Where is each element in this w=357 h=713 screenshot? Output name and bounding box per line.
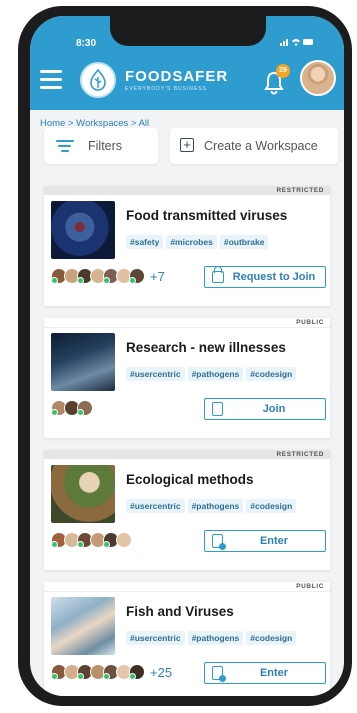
tag[interactable]: #microbes [166,235,217,249]
member-avatars [51,400,98,416]
enter-button[interactable]: Enter [204,662,326,684]
app-bar: FOODSAFER EVERYBODY'S BUSINESS 29 [30,56,344,110]
status-time: 8:30 [76,38,97,49]
filter-icon [56,140,74,152]
privacy-label: PUBLIC [296,583,324,590]
member-avatar [116,532,132,548]
workspace-card[interactable]: RESTRICTED Ecological methods #usercentr… [44,450,330,570]
member-avatar [129,268,145,284]
privacy-bar: PUBLIC [44,582,330,592]
notch [110,16,266,46]
brand-name: FOODSAFER [125,68,229,85]
tag[interactable]: #codesign [246,631,297,645]
privacy-bar: RESTRICTED [44,450,330,459]
create-workspace-button[interactable]: + Create a Workspace [170,128,338,164]
tag[interactable]: #safety [126,235,164,249]
tag[interactable]: #codesign [246,367,297,381]
status-icons [280,37,314,48]
filters-label: Filters [88,139,123,153]
member-count-extra: +25 [150,664,173,680]
privacy-label: RESTRICTED [276,187,324,194]
tag[interactable]: #codesign [246,499,297,513]
workspace-card[interactable]: RESTRICTED Food transmitted viruses #saf… [44,186,330,306]
privacy-bar: PUBLIC [44,318,330,328]
vegetables-thumbnail [51,465,115,523]
foodsafer-logo-icon [80,62,116,98]
workspace-card[interactable]: PUBLIC Research - new illnesses #usercen… [44,318,330,438]
screen: 8:30 FOODSAFER EVERYBODY'S BUSINESS 29 H… [30,16,344,696]
tag-list: #safety #microbes #outbrake [126,235,269,249]
action-label: Request to Join [232,271,316,283]
tag[interactable]: #pathogens [187,499,244,513]
tag[interactable]: #outbrake [219,235,269,249]
member-avatars: +25 [51,664,172,680]
door-icon [212,402,223,416]
create-workspace-label: Create a Workspace [204,139,318,153]
hamburger-menu-icon[interactable] [40,70,62,89]
card-title: Research - new illnesses [126,340,286,355]
member-avatar [129,664,145,680]
card-title: Fish and Viruses [126,604,234,619]
member-avatar [77,400,93,416]
member-count-extra: +7 [150,268,165,284]
virus-thumbnail [51,201,115,259]
user-avatar[interactable] [300,60,336,96]
action-label: Enter [259,667,289,679]
notification-badge: 29 [276,64,290,78]
tag[interactable]: #pathogens [187,631,244,645]
toolbar: Filters + Create a Workspace [38,128,338,166]
card-title: Ecological methods [126,472,254,487]
building-thumbnail [51,333,115,391]
tag-list: #usercentric #pathogens #codesign [126,367,297,381]
action-label: Enter [259,535,289,547]
join-button[interactable]: Join [204,398,326,420]
tag[interactable]: #usercentric [126,367,185,381]
workspace-card[interactable]: PUBLIC Fish and Viruses #usercentric #pa… [44,582,330,696]
tag[interactable]: #usercentric [126,631,185,645]
enter-icon [212,534,226,550]
member-avatars [51,532,137,548]
member-avatars: +7 [51,268,165,284]
enter-icon [212,666,226,682]
brand-tagline: EVERYBODY'S BUSINESS [125,86,207,92]
tag[interactable]: #usercentric [126,499,185,513]
privacy-label: RESTRICTED [276,451,324,458]
plus-icon: + [180,138,194,152]
privacy-label: PUBLIC [296,319,324,326]
status-bar: 8:30 [30,16,344,56]
card-title: Food transmitted viruses [126,208,288,223]
action-label: Join [262,403,286,415]
filters-button[interactable]: Filters [44,128,158,164]
privacy-bar: RESTRICTED [44,186,330,195]
tag-list: #usercentric #pathogens #codesign [126,631,297,645]
lock-icon [212,266,224,283]
request-to-join-button[interactable]: Request to Join [204,266,326,288]
tag[interactable]: #pathogens [187,367,244,381]
tag-list: #usercentric #pathogens #codesign [126,499,297,513]
enter-button[interactable]: Enter [204,530,326,552]
fish-thumbnail [51,597,115,655]
